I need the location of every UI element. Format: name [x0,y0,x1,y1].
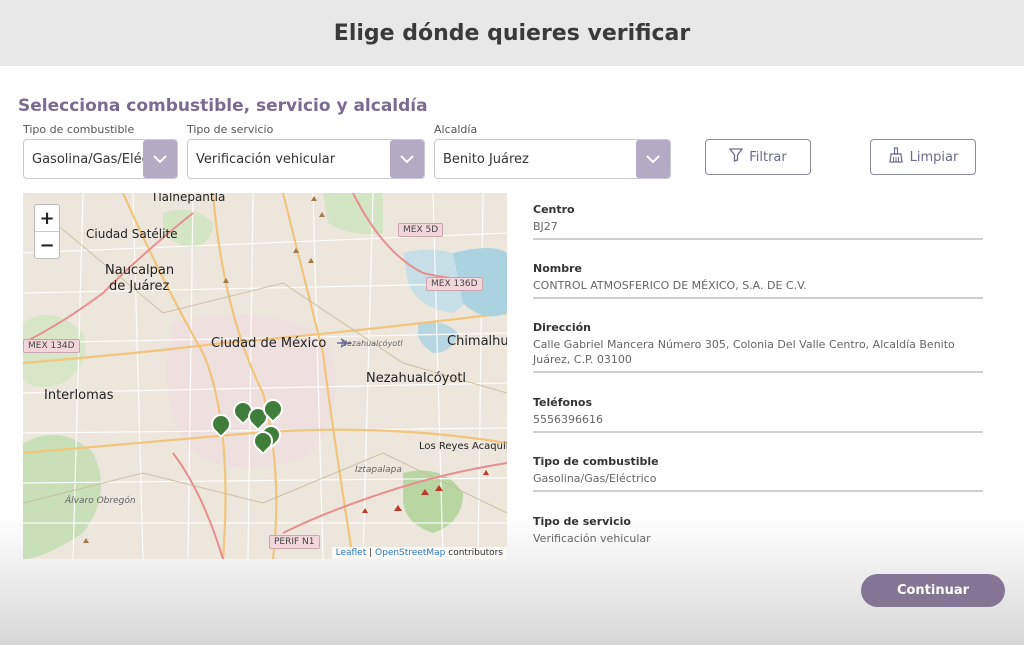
fuel-select[interactable]: Gasolina/Gas/Eléctrico [23,139,178,179]
info-nombre-label: Nombre [533,262,582,275]
chevron-down-icon [390,140,424,178]
filter-button[interactable]: Filtrar [705,139,811,175]
info-direccion-value: Calle Gabriel Mancera Número 305, Coloni… [533,338,955,366]
info-servicio-label: Tipo de servicio [533,515,631,528]
info-servicio: Tipo de servicio Verificación vehicular [533,515,983,547]
map-place-tlalnepantla: Tlalnepantla [151,193,226,204]
info-telefonos: Teléfonos 5556396616 [533,396,983,433]
map-place-ciudad-mexico: Ciudad de México [211,336,327,351]
info-centro-value: BJ27 [533,220,558,233]
info-servicio-value: Verificación vehicular [533,532,651,545]
chevron-down-icon [636,140,670,178]
road-label-mex134d: MEX 134D [23,339,80,353]
fuel-select-value: Gasolina/Gas/Eléctrico [32,151,143,167]
service-select[interactable]: Verificación vehicular [187,139,425,179]
zoom-in-button[interactable]: + [35,205,59,232]
borough-label: Alcaldía [434,123,478,136]
zoom-out-button[interactable]: − [35,232,59,258]
info-telefonos-label: Teléfonos [533,396,593,409]
info-nombre: Nombre CONTROL ATMOSFERICO DE MÉXICO, S.… [533,262,983,299]
road-label-perif: PERIF N1 [269,535,320,549]
info-telefonos-value: 5556396616 [533,413,603,426]
filter-icon [728,148,744,166]
clear-button-label: Limpiar [909,149,959,165]
leaflet-link[interactable]: Leaflet [336,548,367,558]
map-place-interlomas: Interlomas [44,388,114,403]
chevron-down-icon [143,140,177,178]
fuel-label: Tipo de combustible [23,123,135,136]
map-place-de-juarez: de Juárez [109,279,170,294]
attribution-separator: | [366,548,376,558]
continue-button[interactable]: Continuar [861,574,1005,607]
map-place-ciudad-satelite: Ciudad Satélite [86,227,178,241]
info-combustible-value: Gasolina/Gas/Eléctrico [533,472,657,485]
clear-button[interactable]: Limpiar [870,139,976,175]
map-place-alvaro-obregon: Álvaro Obregón [65,496,136,506]
road-label-mex136d: MEX 136D [426,277,483,291]
info-centro: Centro BJ27 [533,203,983,240]
map-place-nezahualcoyotl-small: Nezahualcóyotl [341,339,403,348]
map[interactable]: + − Tlalnepantla Ciudad Satélite Naucalp… [23,193,507,559]
borough-select[interactable]: Benito Juárez [434,139,671,179]
zoom-control[interactable]: + − [34,204,60,259]
osm-link[interactable]: OpenStreetMap [375,548,445,558]
service-label: Tipo de servicio [187,123,274,136]
service-select-value: Verificación vehicular [196,151,336,167]
info-nombre-value: CONTROL ATMOSFERICO DE MÉXICO, S.A. DE C… [533,279,807,292]
map-place-los-reyes: Los Reyes Acaquilpa [419,441,507,452]
page-header: Elige dónde quieres verificar [0,0,1024,66]
attribution-contributors: contributors [445,548,503,558]
info-combustible: Tipo de combustible Gasolina/Gas/Eléctri… [533,455,983,492]
broom-icon [888,147,904,167]
section-title: Selecciona combustible, servicio y alcal… [18,96,428,116]
map-place-chimalhuacan: Chimalhua [447,334,507,349]
map-place-naucalpan: Naucalpan [105,263,175,278]
map-place-nezahualcoyotl: Nezahualcóyotl [366,371,467,386]
info-centro-label: Centro [533,203,575,216]
map-place-iztapalapa: Iztapalapa [355,465,402,475]
borough-select-value: Benito Juárez [443,151,529,167]
filter-button-label: Filtrar [749,149,787,165]
page-title: Elige dónde quieres verificar [333,20,691,46]
info-direccion-label: Dirección [533,321,591,334]
map-attribution: Leaflet | OpenStreetMap contributors [331,547,507,559]
info-direccion: Dirección Calle Gabriel Mancera Número 3… [533,321,983,373]
road-label-mex5d: MEX 5D [398,223,444,237]
info-combustible-label: Tipo de combustible [533,455,659,468]
